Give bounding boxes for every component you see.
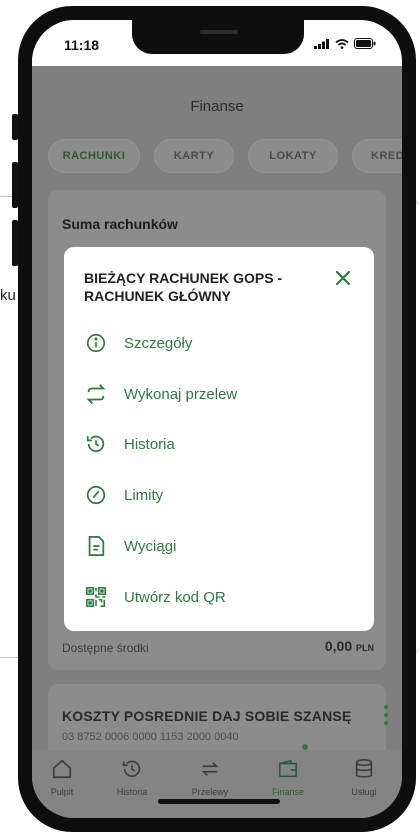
nav-label: Usługi [351, 787, 377, 797]
wallet-icon [278, 759, 298, 778]
tab-karty[interactable]: KARTY [154, 139, 234, 173]
nav-label: Finanse [271, 787, 305, 797]
menu-item-label: Utwórz kod QR [124, 588, 226, 606]
menu-item-historia[interactable]: Historia [84, 432, 354, 456]
modal-title: BIEŻĄCY RACHUNEK GOPS - RACHUNEK GŁÓWNY [84, 270, 283, 304]
close-button[interactable] [334, 269, 352, 287]
tab-lokaty[interactable]: LOKATY [248, 139, 338, 173]
phone-frame: 11:18 Finanse RACHUNKI KARTY LOKATY KRED… [12, 6, 416, 832]
qr-code-icon [84, 585, 108, 609]
side-button-silent [12, 114, 18, 140]
close-icon [335, 270, 351, 286]
status-time: 11:18 [64, 37, 100, 53]
menu-item-utworz-kod-qr[interactable]: Utwórz kod QR [84, 585, 354, 609]
document-icon [84, 534, 108, 558]
active-tab-indicator [302, 744, 308, 750]
account-actions-modal: BIEŻĄCY RACHUNEK GOPS - RACHUNEK GŁÓWNY … [64, 247, 374, 631]
account-name: KOSZTY POSREDNIE DAJ SOBIE SZANSĘ [62, 708, 352, 724]
menu-item-szczegoly[interactable]: Szczegóły [84, 331, 354, 355]
camera-notch [132, 20, 304, 54]
transfer-icon [201, 761, 219, 777]
battery-icon [354, 38, 376, 49]
tab-rachunki[interactable]: RACHUNKI [48, 139, 140, 173]
side-button-volume-up [12, 162, 18, 208]
home-icon [52, 759, 72, 779]
tab-kredyty[interactable]: KRED [352, 139, 402, 173]
nav-przelewy[interactable]: Przelewy [180, 758, 240, 797]
bottom-navigation: Pulpit Historia Przelewy Finanse Usługi [32, 750, 402, 818]
menu-item-wykonaj-przelew[interactable]: Wykonaj przelew [84, 382, 354, 406]
menu-item-label: Szczegóły [124, 334, 193, 352]
menu-item-limity[interactable]: Limity [84, 483, 354, 507]
nav-label: Pulpit [50, 787, 74, 797]
menu-item-label: Historia [124, 435, 175, 453]
status-icons [314, 38, 376, 49]
finance-tabs: RACHUNKI KARTY LOKATY KRED [32, 139, 402, 175]
account-number: 03 8752 0006 0000 1153 2000 0040 [62, 731, 239, 743]
cut-off-text: ku [0, 287, 16, 304]
signal-icon [314, 38, 329, 49]
nav-pulpit[interactable]: Pulpit [32, 758, 92, 797]
gauge-icon [84, 483, 108, 507]
page-title: Finanse [190, 98, 244, 115]
history-icon [122, 760, 141, 777]
available-funds-value: 0,00 PLN [324, 638, 374, 654]
available-funds-label: Dostępne środki [62, 641, 149, 655]
nav-label: Historia [116, 787, 148, 797]
menu-item-label: Limity [124, 486, 164, 504]
wifi-icon [335, 38, 349, 49]
summary-title: Suma rachunków [62, 216, 178, 232]
account-menu-icon[interactable] [384, 705, 388, 725]
history-icon [84, 432, 108, 456]
side-button-volume-down [12, 220, 18, 266]
menu-item-label: Wykonaj przelew [124, 385, 238, 403]
menu-item-label: Wyciągi [124, 537, 177, 555]
transfer-icon [84, 382, 108, 406]
phone-screen: 11:18 Finanse RACHUNKI KARTY LOKATY KRED… [32, 20, 402, 818]
info-icon [84, 331, 108, 355]
nav-historia[interactable]: Historia [102, 758, 162, 797]
home-indicator[interactable] [158, 799, 280, 804]
database-icon [355, 759, 373, 778]
nav-finanse[interactable]: Finanse [258, 758, 318, 797]
nav-uslugi[interactable]: Usługi [334, 758, 394, 797]
speaker-grille [200, 30, 238, 34]
nav-label: Przelewy [191, 787, 229, 797]
menu-item-wyciagi[interactable]: Wyciągi [84, 534, 354, 558]
